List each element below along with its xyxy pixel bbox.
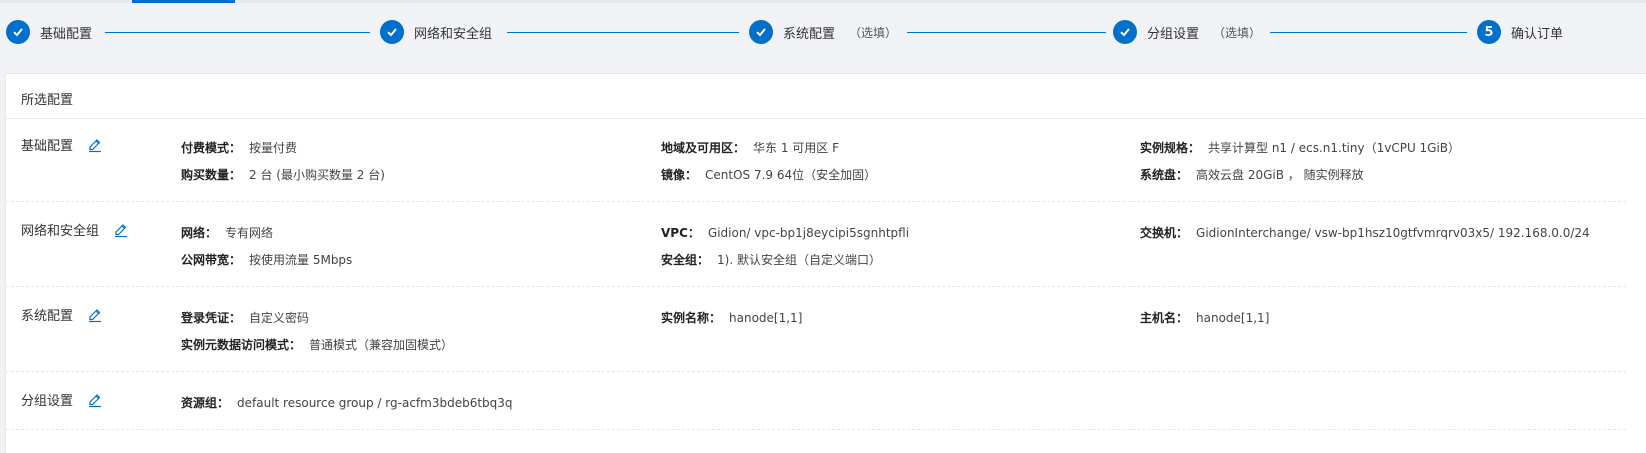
step-connector (105, 32, 370, 33)
step-label: 确认订单 (1511, 26, 1564, 42)
check-icon (6, 20, 30, 44)
selected-config-panel: 所选配置 基础配置 付费模式： 按量付费 地域及可用区： 华东 1 可用区 F 实例… (5, 73, 1646, 453)
step-network-security[interactable]: 网络和安全组 (380, 19, 492, 45)
divider (6, 201, 1626, 202)
step-connector (1270, 32, 1467, 33)
edit-icon[interactable] (87, 307, 103, 323)
step-optional-tag: （选填） (849, 25, 898, 40)
kv-vswitch: 交换机： GidionInterchange/ vsw-bp1hsz10gtfvm… (1140, 226, 1590, 240)
divider (6, 429, 1626, 430)
kv-image: 镜像： CentOS 7.9 64位（安全加固） (661, 168, 877, 182)
section-title: 网络和安全组 (21, 224, 100, 239)
kv-instance-type: 实例规格： 共享计算型 n1 / ecs.n1.tiny（1vCPU 1GiB） (1140, 141, 1461, 155)
divider (6, 118, 1646, 119)
section-title: 系统配置 (21, 309, 74, 324)
divider (6, 286, 1626, 287)
step-progress-bar: 基础配置 网络和安全组 系统配置 （选填） 分组设置 （选填） 5 确认订单 (0, 3, 1646, 65)
step-connector (507, 32, 739, 33)
panel-title: 所选配置 (21, 93, 74, 108)
edit-icon[interactable] (87, 392, 103, 408)
kv-security-group: 安全组： 1). 默认安全组（自定义端口） (661, 253, 881, 267)
section-header: 网络和安全组 (21, 220, 129, 239)
step-label: 分组设置 (1147, 26, 1200, 42)
step-number: 5 (1477, 20, 1501, 44)
kv-billing-mode: 付费模式： 按量付费 (181, 141, 298, 155)
step-label: 基础配置 (40, 26, 93, 42)
step-optional-tag: （选填） (1213, 25, 1262, 40)
step-label: 网络和安全组 (414, 26, 493, 42)
section-header: 基础配置 (21, 135, 103, 154)
kv-system-disk: 系统盘： 高效云盘 20GiB ， 随实例释放 (1140, 168, 1364, 182)
edit-icon[interactable] (113, 222, 129, 238)
step-group-settings[interactable]: 分组设置 （选填） (1113, 19, 1261, 45)
kv-instance-name: 实例名称： hanode[1,1] (661, 311, 803, 325)
kv-login-credential: 登录凭证： 自定义密码 (181, 311, 310, 325)
section-title: 分组设置 (21, 394, 74, 409)
kv-vpc: VPC： Gidion/ vpc-bp1j8eycipi5sgnhtpfli (661, 226, 910, 240)
kv-network: 网络： 专有网络 (181, 226, 274, 240)
kv-quantity: 购买数量： 2 台 (最小购买数量 2 台) (181, 168, 385, 182)
kv-bandwidth: 公网带宽： 按使用流量 5Mbps (181, 253, 353, 267)
check-icon (1113, 20, 1137, 44)
check-icon (380, 20, 404, 44)
kv-resource-group: 资源组： default resource group / rg-acfm3bde… (181, 396, 513, 410)
step-connector (907, 32, 1106, 33)
step-confirm-order: 5 确认订单 (1477, 19, 1563, 45)
edit-icon[interactable] (87, 137, 103, 153)
kv-hostname: 主机名： hanode[1,1] (1140, 311, 1270, 325)
divider (6, 371, 1626, 372)
step-basic-config[interactable]: 基础配置 (6, 19, 92, 45)
check-icon (749, 20, 773, 44)
step-label: 系统配置 (783, 26, 836, 42)
section-header: 系统配置 (21, 305, 103, 324)
kv-metadata-access-mode: 实例元数据访问模式： 普通模式（兼容加固模式） (181, 338, 454, 352)
kv-region-zone: 地域及可用区： 华东 1 可用区 F (661, 141, 839, 155)
step-system-config[interactable]: 系统配置 （选填） (749, 19, 897, 45)
section-title: 基础配置 (21, 139, 74, 154)
section-header: 分组设置 (21, 390, 103, 409)
